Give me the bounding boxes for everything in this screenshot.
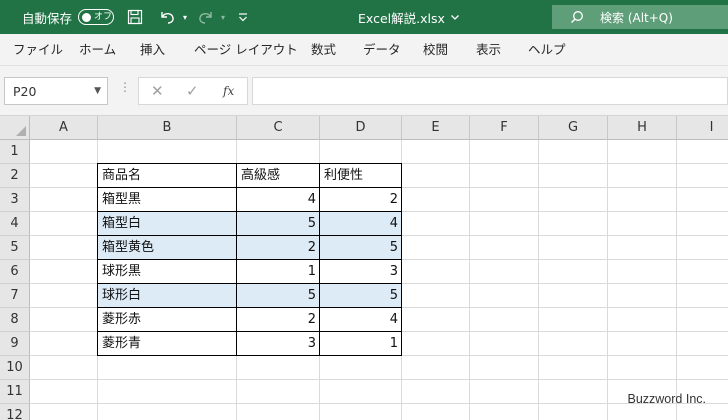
table-border <box>97 259 402 260</box>
table-cell-name[interactable]: 菱形青 <box>98 332 237 356</box>
table-cell-luxury[interactable]: 5 <box>237 212 320 236</box>
tab-help[interactable]: ヘルプ <box>528 34 566 66</box>
table-border <box>97 283 402 284</box>
formula-buttons: ✕ ✓ fx <box>138 77 248 105</box>
table-border <box>97 331 402 332</box>
tab-review[interactable]: 校閲 <box>423 34 448 66</box>
row-header-1[interactable]: 1 <box>0 140 30 164</box>
column-header-i[interactable]: I <box>677 116 728 140</box>
undo-icon[interactable] <box>158 0 176 34</box>
column-header-a[interactable]: A <box>30 116 98 140</box>
cancel-icon[interactable]: ✕ <box>151 78 164 105</box>
worksheet-grid[interactable]: A B C D E F G H I 1 2 3 4 5 6 7 8 9 10 1… <box>0 116 728 420</box>
tab-page-layout[interactable]: ページ レイアウト <box>194 34 298 66</box>
redo-icon <box>197 0 215 34</box>
gridline <box>30 403 728 404</box>
column-header-d[interactable]: D <box>320 116 402 140</box>
table-cell-luxury[interactable]: 1 <box>237 260 320 284</box>
table-cell-luxury[interactable]: 2 <box>237 236 320 260</box>
header-cell-product[interactable]: 商品名 <box>98 164 237 188</box>
table-cell-convenience[interactable]: 3 <box>320 260 402 284</box>
chevron-down-icon <box>450 15 459 20</box>
insert-function-icon[interactable]: fx <box>223 78 234 105</box>
row-header-6[interactable]: 6 <box>0 260 30 284</box>
customize-toolbar-icon[interactable] <box>237 0 249 34</box>
column-header-c[interactable]: C <box>237 116 320 140</box>
header-cell-luxury[interactable]: 高級感 <box>237 164 320 188</box>
table-cell-convenience[interactable]: 5 <box>320 236 402 260</box>
row-header-11[interactable]: 11 <box>0 380 30 404</box>
table-border <box>97 211 402 212</box>
document-title[interactable]: Excel解説.xlsx <box>358 0 461 34</box>
name-box[interactable]: P20 ▼ <box>4 77 108 105</box>
table-cell-name[interactable]: 菱形赤 <box>98 308 237 332</box>
tab-data[interactable]: データ <box>363 34 401 66</box>
header-cell-convenience[interactable]: 利便性 <box>320 164 402 188</box>
search-placeholder: 検索 (Alt+Q) <box>600 10 673 25</box>
table-border <box>97 187 402 188</box>
table-cell-name[interactable]: 箱型黒 <box>98 188 237 212</box>
gridline <box>538 140 539 420</box>
name-box-value: P20 <box>13 84 37 99</box>
column-header-g[interactable]: G <box>539 116 608 140</box>
row-header-3[interactable]: 3 <box>0 188 30 212</box>
row-header-5[interactable]: 5 <box>0 236 30 260</box>
more-options-icon[interactable]: ⋮ <box>119 80 131 94</box>
document-name: Excel解説.xlsx <box>358 10 445 26</box>
autosave-state: オフ <box>94 12 113 22</box>
tab-insert[interactable]: 挿入 <box>140 34 165 66</box>
formula-input[interactable] <box>252 77 728 105</box>
table-cell-convenience[interactable]: 2 <box>320 188 402 212</box>
watermark: Buzzword Inc. <box>627 392 706 406</box>
gridline <box>469 140 470 420</box>
tab-file[interactable]: ファイル <box>13 34 63 66</box>
row-header-7[interactable]: 7 <box>0 284 30 308</box>
redo-dropdown-icon: ▾ <box>221 12 226 22</box>
enter-icon[interactable]: ✓ <box>186 78 199 105</box>
table-cell-name[interactable]: 箱型黄色 <box>98 236 237 260</box>
column-header-f[interactable]: F <box>470 116 539 140</box>
title-bar: 自動保存 オフ ▾ ▾ Excel解説.xlsx 検索 (Alt+Q) <box>0 0 728 34</box>
column-header-h[interactable]: H <box>608 116 677 140</box>
table-cell-convenience[interactable]: 1 <box>320 332 402 356</box>
tab-formulas[interactable]: 数式 <box>311 34 336 66</box>
search-icon <box>570 10 584 24</box>
tab-view[interactable]: 表示 <box>476 34 501 66</box>
ribbon-tabs: ファイル ホーム 挿入 ページ レイアウト 数式 データ 校閲 表示 ヘルプ <box>0 34 728 66</box>
row-header-4[interactable]: 4 <box>0 212 30 236</box>
table-cell-convenience[interactable]: 5 <box>320 284 402 308</box>
gridline <box>607 140 608 420</box>
row-header-12[interactable]: 12 <box>0 404 30 420</box>
table-cell-luxury[interactable]: 4 <box>237 188 320 212</box>
column-header-e[interactable]: E <box>402 116 470 140</box>
table-cell-luxury[interactable]: 2 <box>237 308 320 332</box>
chevron-down-icon: ▼ <box>94 86 101 96</box>
table-cell-convenience[interactable]: 4 <box>320 308 402 332</box>
table-cell-name[interactable]: 球形黒 <box>98 260 237 284</box>
table-cell-luxury[interactable]: 3 <box>237 332 320 356</box>
row-header-9[interactable]: 9 <box>0 332 30 356</box>
search-input[interactable]: 検索 (Alt+Q) <box>552 5 728 29</box>
table-border <box>97 307 402 308</box>
gridline <box>30 379 728 380</box>
row-header-8[interactable]: 8 <box>0 308 30 332</box>
toggle-knob <box>82 12 91 22</box>
row-header-10[interactable]: 10 <box>0 356 30 380</box>
undo-dropdown-icon[interactable]: ▾ <box>183 0 187 34</box>
table-cell-name[interactable]: 箱型白 <box>98 212 237 236</box>
table-cell-luxury[interactable]: 5 <box>237 284 320 308</box>
table-border <box>97 235 402 236</box>
table-cell-name[interactable]: 球形白 <box>98 284 237 308</box>
formula-bar: P20 ▼ ⋮ ✕ ✓ fx <box>0 66 728 116</box>
save-icon[interactable] <box>127 0 143 34</box>
select-all-icon <box>16 126 26 136</box>
table-cell-convenience[interactable]: 4 <box>320 212 402 236</box>
gridline <box>676 140 677 420</box>
autosave-toggle[interactable]: オフ <box>78 9 114 25</box>
row-header-2[interactable]: 2 <box>0 164 30 188</box>
autosave-label: 自動保存 <box>22 10 73 26</box>
select-all-button[interactable] <box>0 116 30 140</box>
column-header-b[interactable]: B <box>98 116 237 140</box>
tab-home[interactable]: ホーム <box>79 34 116 66</box>
